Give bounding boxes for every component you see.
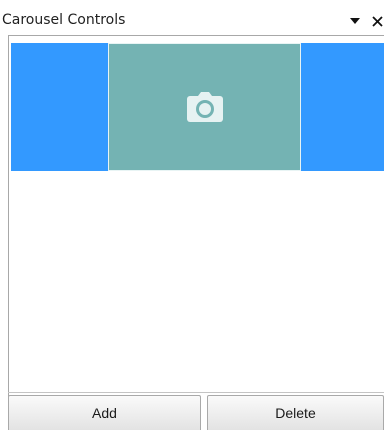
delete-button[interactable]: Delete bbox=[207, 395, 384, 430]
add-button[interactable]: Add bbox=[8, 395, 201, 430]
close-icon bbox=[371, 15, 383, 27]
camera-icon bbox=[186, 92, 223, 122]
carousel-slide-selected[interactable] bbox=[108, 43, 301, 171]
title-controls bbox=[348, 11, 384, 31]
triangle-down-icon bbox=[350, 18, 360, 24]
close-button[interactable] bbox=[370, 12, 384, 30]
panel-title: Carousel Controls bbox=[2, 12, 126, 28]
carousel-controls-panel: Carousel Controls Add Delete bbox=[0, 0, 384, 430]
carousel-strip[interactable] bbox=[11, 43, 384, 171]
panel-titlebar: Carousel Controls bbox=[2, 10, 384, 32]
divider bbox=[8, 392, 384, 393]
dropdown-button[interactable] bbox=[348, 12, 362, 30]
